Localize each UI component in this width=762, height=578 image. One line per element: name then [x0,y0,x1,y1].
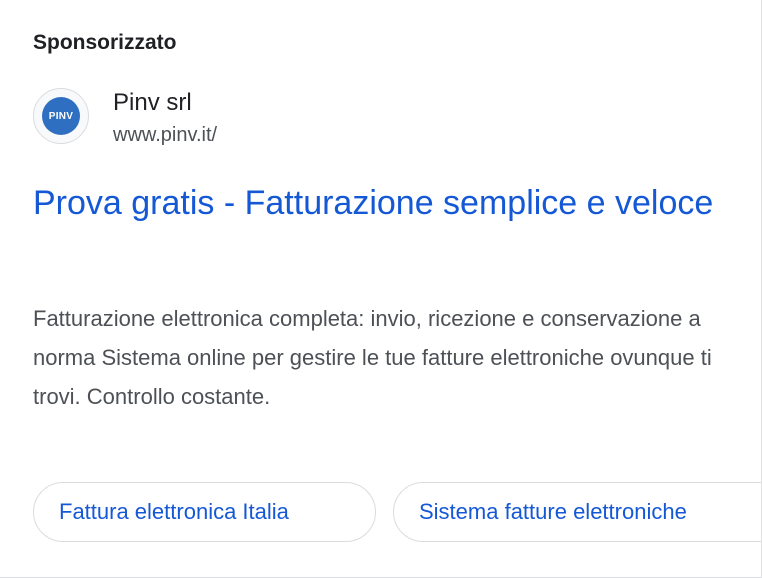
display-url[interactable]: www.pinv.it/ [113,122,217,148]
sponsored-ad-card: Sponsorizzato PINV Pinv srl www.pinv.it/… [0,0,762,578]
logo-text: PINV [48,110,74,122]
sitelink-chip-sistema-fatture-elettroniche[interactable]: Sistema fatture elettroniche [393,482,761,542]
ad-description: Fatturazione elettronica completa: invio… [33,306,712,409]
sponsored-label: Sponsorizzato [33,31,177,54]
sitelink-chip-fattura-elettronica-italia[interactable]: Fattura elettronica Italia [33,482,376,542]
ad-headline-link[interactable]: Prova gratis - Fatturazione semplice e v… [33,178,733,228]
pinv-logo-icon[interactable]: PINV [42,97,80,135]
advertiser-name[interactable]: Pinv srl [113,88,192,118]
